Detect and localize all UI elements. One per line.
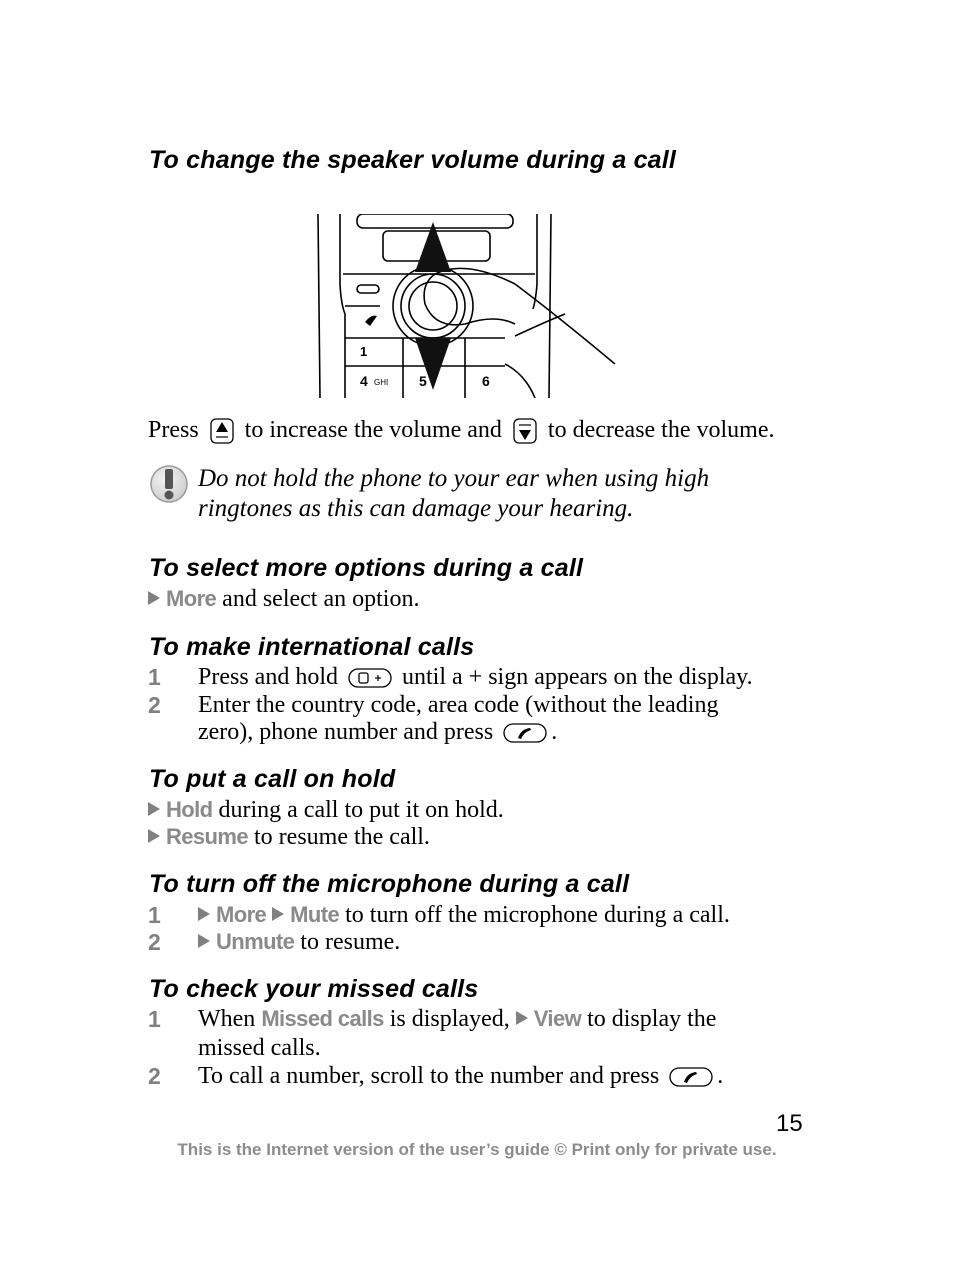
more-options-text: and select an option.	[222, 586, 420, 612]
international-step-2-line-2: zero), phone number and press .	[198, 718, 557, 746]
volume-instruction-post: to decrease the volume.	[547, 417, 775, 443]
heading-microphone: To turn off the microphone during a call	[149, 870, 630, 898]
step-text: zero), phone number and press	[198, 719, 494, 745]
missed-step-1-line-1: When Missed calls is displayed, View to …	[198, 1005, 716, 1033]
volume-instruction-mid: to increase the volume and	[244, 417, 502, 443]
svg-text:4: 4	[360, 373, 368, 389]
call-key-icon	[669, 1067, 713, 1088]
step-number: 2	[148, 1063, 161, 1089]
step-text: until a + sign appears on the display.	[402, 664, 753, 690]
volume-instruction-pre: Press	[148, 417, 199, 443]
menu-item-missed-calls: Missed calls	[261, 1006, 384, 1031]
footer-notice: This is the Internet version of the user…	[177, 1140, 777, 1159]
heading-speaker-volume: To change the speaker volume during a ca…	[149, 146, 677, 174]
volume-up-key-icon	[210, 418, 234, 445]
step-text: to resume.	[300, 929, 401, 955]
svg-text:1: 1	[360, 344, 367, 359]
menu-item-hold: Hold	[166, 797, 213, 822]
step-text: When	[198, 1006, 256, 1032]
menu-item-more: More	[216, 902, 267, 927]
select-arrow-icon	[148, 591, 160, 605]
menu-item-unmute: Unmute	[216, 929, 295, 954]
step-text: .	[551, 719, 558, 745]
step-text: is displayed,	[389, 1006, 510, 1032]
select-arrow-icon	[515, 1011, 528, 1025]
manual-page: To change the speaker volume during a ca…	[0, 0, 954, 1269]
menu-item-view: View	[533, 1006, 582, 1031]
step-number: 1	[148, 664, 161, 690]
more-options-line: More and select an option.	[148, 585, 419, 613]
step-text: to turn off the microphone during a call…	[345, 902, 730, 928]
svg-text:GHI: GHI	[374, 378, 388, 387]
step-number: 1	[148, 1006, 161, 1032]
page-number: 15	[776, 1110, 803, 1137]
missed-step-2: To call a number, scroll to the number a…	[198, 1062, 723, 1090]
heading-call-hold: To put a call on hold	[149, 765, 396, 793]
hold-line: Hold during a call to put it on hold.	[148, 796, 504, 824]
select-arrow-icon	[148, 802, 160, 816]
international-step-1: Press and hold until a + sign appears on…	[198, 663, 753, 691]
step-number: 2	[148, 929, 161, 955]
menu-item-mute: Mute	[290, 902, 340, 927]
warning-line-2: ringtones as this can damage your hearin…	[198, 495, 634, 522]
step-text: to display the	[587, 1006, 717, 1032]
heading-international-calls: To make international calls	[149, 633, 475, 661]
volume-instruction: Press to increase the volume and to decr…	[148, 416, 775, 445]
select-arrow-icon	[198, 907, 210, 921]
zero-plus-key-icon	[348, 668, 392, 689]
svg-text:5: 5	[419, 373, 427, 389]
missed-step-1-line-2: missed calls.	[198, 1035, 321, 1061]
step-text: .	[717, 1063, 724, 1089]
menu-item-more: More	[166, 586, 217, 611]
select-arrow-icon	[272, 907, 285, 921]
mute-step-2: Unmute to resume.	[198, 928, 400, 956]
step-number: 2	[148, 692, 161, 718]
international-step-2-line-1: Enter the country code, area code (witho…	[198, 692, 719, 718]
call-key-icon	[503, 723, 547, 744]
resume-text: to resume the call.	[254, 824, 430, 850]
mute-step-1: More Mute to turn off the microphone dur…	[198, 901, 730, 929]
volume-down-key-icon	[513, 418, 537, 445]
heading-missed-calls: To check your missed calls	[149, 975, 479, 1003]
select-arrow-icon	[148, 829, 160, 843]
heading-more-options: To select more options during a call	[149, 554, 584, 582]
step-number: 1	[148, 902, 161, 928]
svg-text:6: 6	[482, 373, 490, 389]
resume-line: Resume to resume the call.	[148, 823, 430, 851]
step-text: Press and hold	[198, 664, 338, 690]
step-text: To call a number, scroll to the number a…	[198, 1063, 660, 1089]
phone-volume-illustration: 1 4 GHI 5 6	[317, 214, 616, 399]
menu-item-resume: Resume	[166, 824, 249, 849]
hold-text: during a call to put it on hold.	[218, 797, 504, 823]
warning-line-1: Do not hold the phone to your ear when u…	[198, 465, 710, 492]
exclamation-warning-icon	[150, 465, 188, 503]
select-arrow-icon	[198, 934, 210, 948]
